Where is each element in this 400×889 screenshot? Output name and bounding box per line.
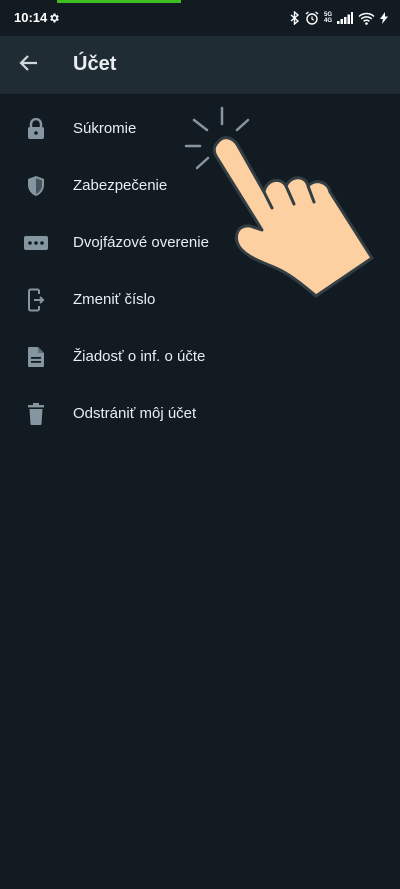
- menu-item-label: Žiadosť o inf. o účte: [73, 348, 206, 365]
- arrow-left-icon: [19, 54, 39, 77]
- menu-item-change-number[interactable]: Zmeniť číslo: [0, 271, 400, 328]
- shield-icon: [24, 174, 48, 198]
- settings-gear-icon: [48, 11, 60, 23]
- alarm-icon: [305, 11, 319, 25]
- status-bar: 10:14 5G 4G: [0, 0, 400, 36]
- network-type-bottom: 4G: [323, 18, 332, 24]
- bluetooth-icon: [290, 11, 300, 25]
- lock-icon: [24, 117, 48, 141]
- menu-item-label: Odstrániť môj účet: [73, 405, 197, 422]
- dots-icon: [24, 231, 48, 255]
- menu-item-delete-account[interactable]: Odstrániť môj účet: [0, 385, 400, 442]
- wifi-icon: [358, 12, 375, 25]
- status-icons: 5G 4G: [290, 9, 388, 27]
- menu-item-security[interactable]: Zabezpečenie: [0, 157, 400, 214]
- status-progress-bar: [57, 0, 181, 3]
- back-button[interactable]: [12, 48, 46, 82]
- status-time: 10:14: [14, 10, 48, 25]
- signal-icon: [337, 12, 353, 24]
- menu-item-request-account-info[interactable]: Žiadosť o inf. o účte: [0, 328, 400, 385]
- charging-icon: [380, 12, 388, 24]
- menu-item-label: Dvojfázové overenie: [73, 234, 209, 251]
- account-menu-list: Súkromie Zabezpečenie Dvojfázové overeni…: [0, 100, 400, 442]
- screen: 10:14 5G 4G Účet Súkromie Zabezpečenie D…: [0, 0, 400, 889]
- network-type: 5G 4G: [324, 12, 332, 24]
- menu-item-label: Zmeniť číslo: [73, 291, 156, 308]
- page-title: Účet: [73, 53, 117, 75]
- menu-item-privacy[interactable]: Súkromie: [0, 100, 400, 157]
- trash-icon: [24, 402, 48, 426]
- menu-item-two-step-verification[interactable]: Dvojfázové overenie: [0, 214, 400, 271]
- app-bar: Účet: [0, 36, 400, 94]
- menu-item-label: Zabezpečenie: [73, 177, 168, 194]
- menu-item-label: Súkromie: [73, 120, 137, 137]
- document-icon: [24, 345, 48, 369]
- change-number-icon: [24, 288, 48, 312]
